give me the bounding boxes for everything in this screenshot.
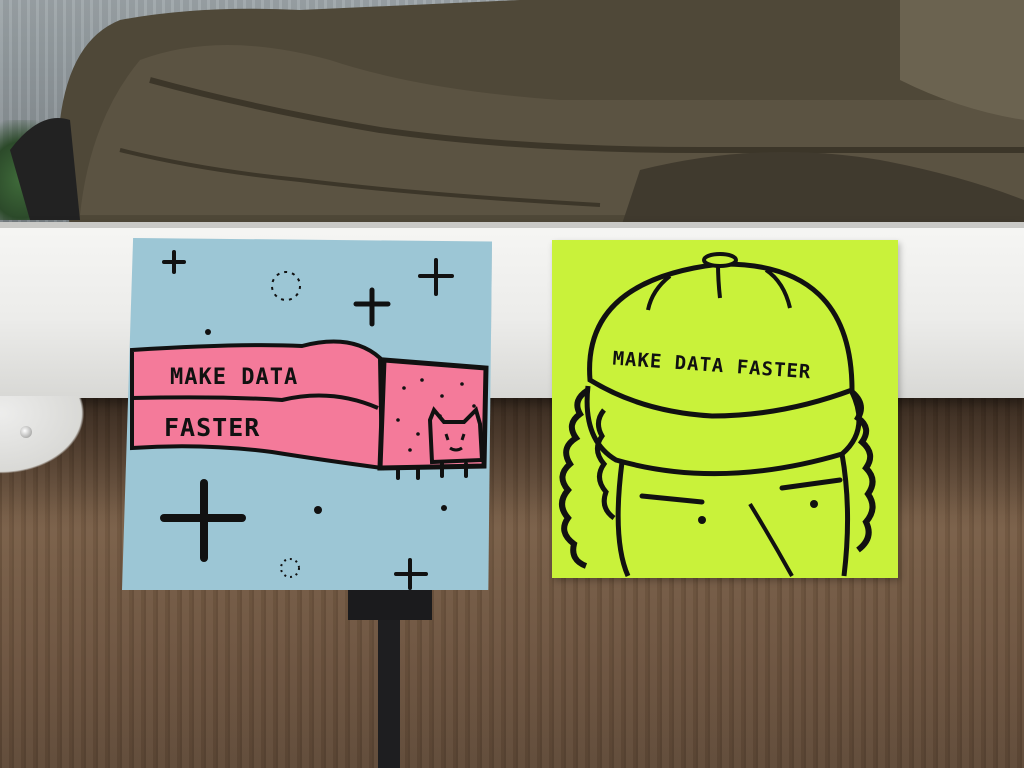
green-sticky-note: MAKE DATA FASTER	[552, 240, 898, 578]
sparkle-icon	[162, 250, 186, 274]
eye-icon	[639, 493, 705, 505]
curly-hair-left	[559, 387, 590, 569]
blue-note-drawing: MAKE DATA FASTER	[130, 250, 489, 590]
eye-icon	[779, 477, 843, 491]
dot-icon	[314, 506, 322, 514]
dotted-circle-icon	[280, 558, 300, 578]
shelf-bracket	[0, 396, 96, 482]
photo-scene: MAKE DATA FASTER MAKE DATA FASTER	[0, 0, 1024, 768]
dot-icon	[205, 329, 211, 335]
metal-post	[348, 590, 432, 768]
bracket-screw	[20, 426, 32, 438]
banner-text-line2: FASTER	[164, 413, 260, 442]
sparkle-icon	[160, 479, 246, 562]
dotted-circle-icon	[271, 271, 301, 301]
shelf-edge	[0, 222, 1024, 228]
blue-sticky-note: MAKE DATA FASTER	[122, 238, 492, 590]
sparkle-icon	[353, 287, 391, 327]
banner-text-line1: MAKE DATA	[170, 365, 298, 390]
curly-hair-right	[849, 389, 876, 553]
pink-banner	[130, 339, 385, 471]
hat-button-icon	[702, 252, 738, 268]
sparkle-icon	[394, 558, 428, 590]
nose-line	[748, 502, 794, 577]
sparkle-icon	[418, 258, 454, 296]
folded-fabric-bag	[10, 0, 1024, 230]
dot-icon	[441, 505, 447, 511]
green-note-drawing: MAKE DATA FASTER	[559, 252, 876, 578]
